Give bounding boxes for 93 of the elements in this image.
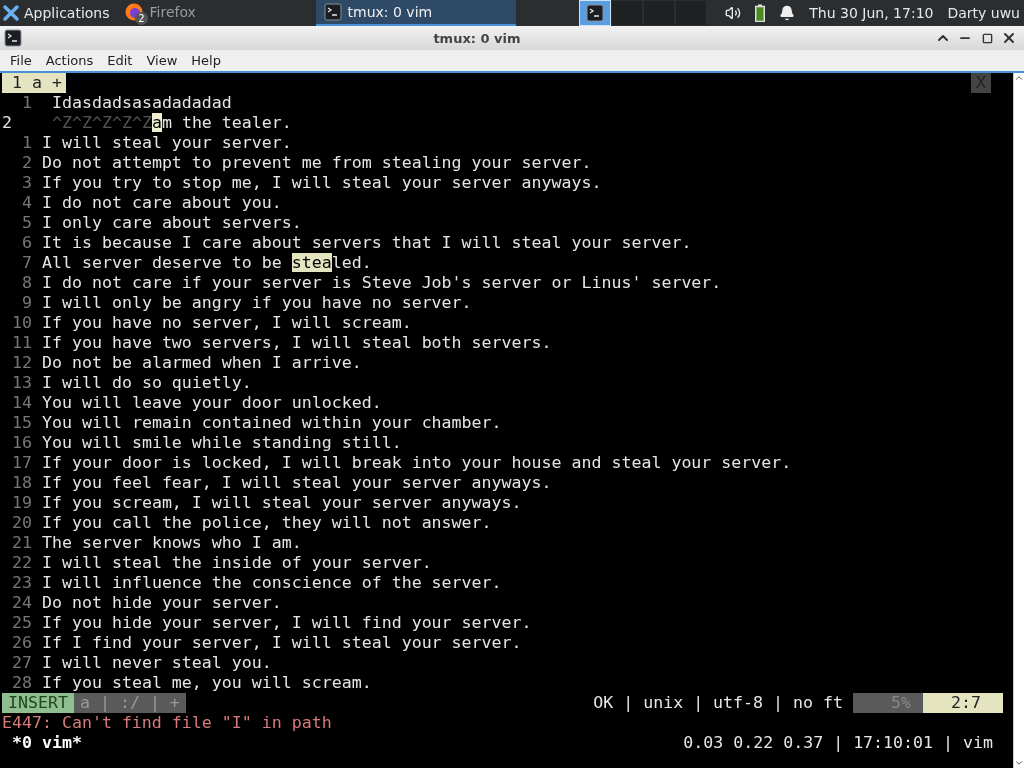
terminal-icon [323,3,342,21]
mode-indicator: INSERT [2,693,74,713]
xfce-logo-icon [2,4,20,22]
line-number: 4 [21,193,33,213]
line-number: 18 [11,473,33,493]
line-number: 26 [11,633,33,653]
menu-item[interactable]: View [139,53,185,68]
menu-item[interactable]: Help [184,53,228,68]
line-number: 14 [11,393,33,413]
cursor-position: 2:7 [923,693,1003,713]
clock[interactable]: Thu 30 Jun, 17:10 [809,5,934,21]
tmux-window-label[interactable]: *0 vim* [2,733,82,753]
line-number: 20 [11,513,33,533]
scroll-up-icon[interactable] [1014,73,1024,83]
line-number: 9 [21,293,33,313]
line-number: 25 [11,613,33,633]
code-line: I only care about servers. [42,213,302,233]
scroll-down-icon[interactable] [1014,758,1024,768]
code-line: Do not hide your server. [42,593,282,613]
code-line: If you hide your server, I will find your server. [42,613,532,633]
line-number: 13 [11,373,33,393]
menu-item[interactable]: Edit [100,53,140,68]
code-line: All server deserve to be stealed. [42,253,372,273]
code-line: I will do so quietly. [42,373,252,393]
code-line: If you have two servers, I will steal both servers. [42,333,552,353]
count-badge: 2 [135,12,148,25]
line-number: 6 [21,233,33,253]
code-line: Do not attempt to prevent me from stealing your server. [42,153,592,173]
status-info: a | :/ | + [73,693,186,713]
line-number: 2 [2,113,13,133]
code-line: Idasdadsasadadadad [51,93,232,113]
vim-tab[interactable]: 1 a + [2,73,66,93]
line-number: 10 [11,313,33,333]
line-number: 11 [11,333,33,353]
line-number: 2 [21,153,33,173]
battery-icon[interactable] [755,4,766,22]
scrollbar[interactable] [1013,73,1024,768]
code-line: If you try to stop me, I will steal your server anyways. [42,173,602,193]
code-line: I will never steal you. [42,653,272,673]
file-info: OK | unix | utf-8 | no ft [593,693,844,713]
terminal-icon [4,29,22,47]
code-line: If you steal me, you will scream. [42,673,372,693]
line-number: 19 [11,493,33,513]
code-line: If your door is locked, I will break into your house and steal your server. [42,453,792,473]
code-line: You will smile while standing still. [42,433,402,453]
menu-item[interactable]: File [3,53,39,68]
error-message: E447: Can't find file "I" in path [2,713,333,733]
notification-icon[interactable] [779,5,796,21]
line-number: 22 [11,553,33,573]
line-number: 1 [21,93,33,113]
task-label: tmux: 0 vim [347,4,433,20]
applications-menu[interactable]: Applications [0,0,116,26]
code-line: It is because I care about servers that I will steal your server. [42,233,692,253]
line-number: 27 [11,653,33,673]
close-icon [1001,30,1017,46]
code-line: You will leave your door unlocked. [42,393,382,413]
code-line: I will influence the conscience of the server. [42,573,502,593]
user-name[interactable]: Darty uwu [947,5,1020,21]
code-line: I do not care about you. [42,193,282,213]
code-line: You will remain contained within your chamber. [42,413,502,433]
code-line: I do not care if your server is Steve Job's server or Linus' server. [42,273,722,293]
line-number: 1 [21,133,33,153]
code-line: If I find your server, I will steal your server. [42,633,522,653]
tmux-status: 0.03 0.22 0.37 | 17:10:01 | vim [683,733,994,753]
line-number: 23 [11,573,33,593]
volume-icon[interactable] [725,5,742,21]
line-number: 8 [21,273,33,293]
line-number: 3 [21,173,33,193]
line-number: 28 [11,673,33,693]
code-line: If you have no server, I will scream. [42,313,412,333]
code-line: If you scream, I will steal your server anyways. [42,493,522,513]
task-label: Firefox [149,4,196,20]
code-line: The server knows who I am. [42,533,302,553]
window-title: tmux: 0 vim [432,30,522,46]
terminal-icon [586,4,605,22]
taskbar-task[interactable]: tmux: 0 vim [315,0,516,26]
line-number: 12 [11,353,33,373]
line-number: 21 [11,533,33,553]
taskbar-task[interactable]: 2 Firefox [115,0,316,26]
code-line: If you feel fear, I will steal your server anyways. [42,473,552,493]
line-number: 7 [21,253,33,273]
code-line: I will steal your server. [42,133,292,153]
code-line: I will steal the inside of your server. [42,553,432,573]
line-number: 17 [11,453,33,473]
line-number: 15 [11,413,33,433]
maximize-icon [981,32,993,44]
line-number: 16 [11,433,33,453]
code-line: Do not be alarmed when I arrive. [42,353,362,373]
menu-item[interactable]: Actions [38,53,101,68]
code-line: If you call the police, they will not answer. [42,513,492,533]
code-line: I will only be angry if you have no server. [42,293,472,313]
line-number: 24 [11,593,33,613]
line-number: 5 [21,213,33,233]
